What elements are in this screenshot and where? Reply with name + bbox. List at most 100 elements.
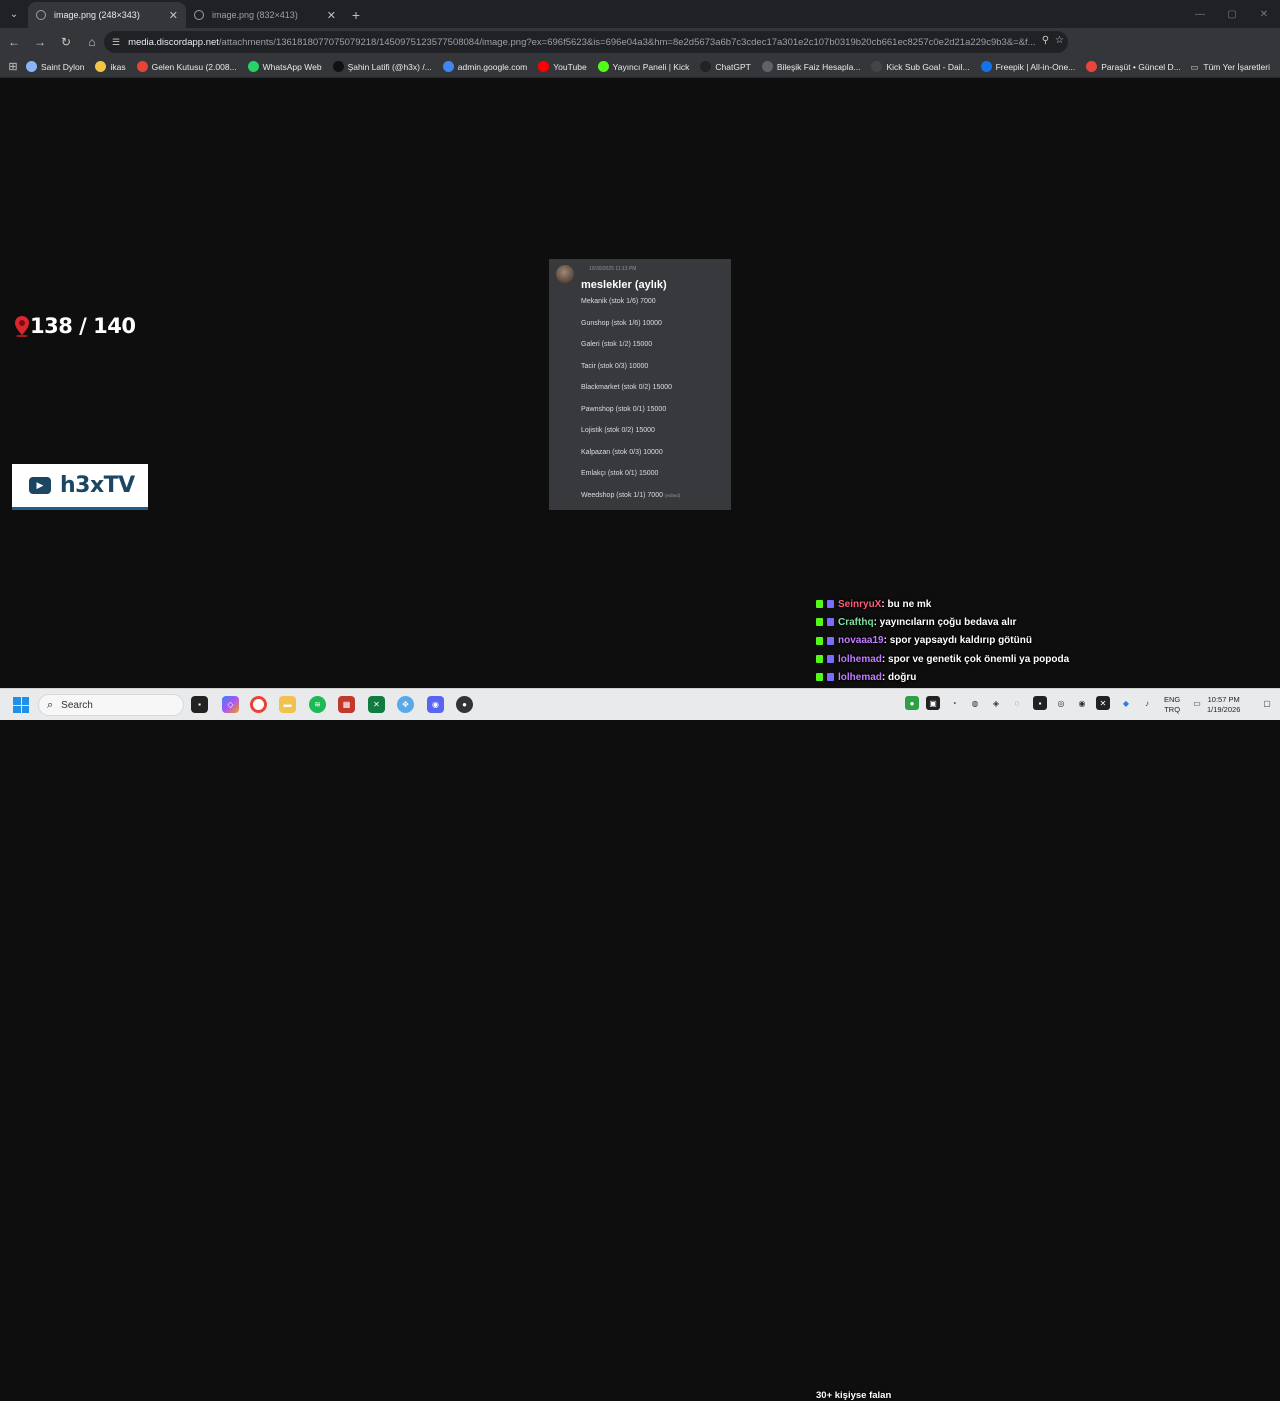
app-icon[interactable]: ✥: [397, 696, 414, 713]
windows-start-icon[interactable]: [13, 697, 29, 713]
taskbar: ⌕ Search ▪ ◇ ▬ ≋ ▦ ✕ ✥ ◉ ● 30+ kişiyse f…: [0, 688, 1280, 1401]
edited-label: (edited): [664, 492, 681, 498]
bookmark-star-icon[interactable]: ☆: [1055, 35, 1064, 46]
copilot-icon[interactable]: ◇: [222, 696, 239, 713]
app-icon[interactable]: ▦: [338, 696, 355, 713]
taskbar-search[interactable]: ⌕ Search: [38, 694, 184, 716]
tray-icon[interactable]: ▣: [926, 696, 940, 710]
globe-icon: [26, 61, 37, 72]
microphone-icon[interactable]: ♪: [1140, 696, 1154, 710]
bookmark-item[interactable]: Gelen Kutusu (2.008...: [136, 61, 237, 72]
chat-message: novaaa19: spor yapsaydı kaldırıp götünü: [816, 632, 1116, 650]
bookmark-item[interactable]: WhatsApp Web: [247, 61, 322, 72]
excel-icon[interactable]: ✕: [368, 696, 385, 713]
tray-icon[interactable]: ◈: [989, 696, 1003, 710]
chat-username: novaaa19: [838, 635, 884, 647]
obs-icon[interactable]: ●: [456, 696, 473, 713]
bookmark-item[interactable]: admin.google.com: [442, 61, 527, 72]
tray-icon[interactable]: ✕: [1096, 696, 1110, 710]
language-indicator[interactable]: ENG TRQ: [1164, 695, 1180, 715]
chat-text: : spor yapsaydı kaldırıp götünü: [883, 635, 1032, 647]
bookmarks-folder[interactable]: ▭ Tüm Yer İşaretleri: [1190, 56, 1270, 77]
tray-icon[interactable]: ◌: [1010, 696, 1024, 710]
home-button[interactable]: ⌂: [80, 30, 104, 54]
job-item: Emlakçı (stok 0/1) 15000: [581, 470, 680, 492]
job-item: Lojistik (stok 0/2) 15000: [581, 427, 680, 449]
bookmark-item[interactable]: ChatGPT: [700, 61, 751, 72]
close-icon[interactable]: ✕: [169, 9, 178, 22]
site-info-icon[interactable]: ☰: [112, 37, 120, 48]
job-text: Kalpazan (stok 0/3) 10000: [581, 448, 663, 456]
tab-image-2[interactable]: image.png (832×413) ✕: [186, 2, 344, 28]
whatsapp-icon: [247, 61, 259, 72]
chat-text: : yayıncıların çoğu bedava alır: [873, 616, 1017, 628]
chat-username: lolhemad: [838, 671, 882, 683]
task-view-icon[interactable]: ▪: [191, 696, 208, 713]
kick-badge-icon: [816, 673, 823, 682]
tab-title: image.png (832×413): [212, 10, 298, 20]
bookmark-item[interactable]: Freepik | All-in-One...: [980, 61, 1075, 72]
chat-text: : doğru: [881, 671, 917, 683]
kick-badge-icon: [816, 600, 823, 609]
job-item: Gunshop (stok 1/6) 10000: [581, 320, 680, 342]
chat-username: lolhemad: [838, 653, 882, 665]
chat-overlay-text: 30+ kişiyse falan: [816, 1390, 892, 1401]
steam-icon[interactable]: ◉: [1075, 696, 1089, 710]
wifi-icon[interactable]: ▭: [1190, 696, 1204, 710]
job-item: Mekanik (stok 1/6) 7000: [581, 298, 680, 320]
bookmark-label: Bileşik Faiz Hesapla...: [776, 61, 861, 72]
job-list: Mekanik (stok 1/6) 7000 Gunshop (stok 1/6…: [581, 298, 680, 513]
back-button[interactable]: ←: [2, 30, 26, 54]
bookmark-item[interactable]: Paraşüt • Güncel D...: [1086, 61, 1181, 72]
file-explorer-icon[interactable]: ▬: [279, 696, 296, 713]
notification-icon[interactable]: ▢: [1260, 696, 1274, 710]
subscriber-badge-icon: [827, 618, 834, 627]
tray-icon[interactable]: ●: [905, 696, 919, 710]
maximize-button[interactable]: ▢: [1216, 0, 1248, 28]
tray-icon[interactable]: ◍: [968, 696, 982, 710]
bookmark-label: Gelen Kutusu (2.008...: [151, 61, 237, 72]
subscriber-badge-icon: [827, 655, 834, 664]
job-text: Weedshop (stok 1/1) 7000: [581, 491, 663, 499]
job-text: Galeri (stok 1/2) 15000: [581, 341, 653, 348]
tray-icon[interactable]: ◎: [1054, 696, 1068, 710]
job-text: Gunshop (stok 1/6) 10000: [581, 319, 662, 327]
job-item: Galeri (stok 1/2) 15000: [581, 341, 680, 363]
chrome-icon[interactable]: [250, 696, 267, 713]
tab-search-icon[interactable]: ⌄: [0, 0, 28, 28]
tab-image-1[interactable]: image.png (248×343) ✕: [28, 2, 186, 28]
new-tab-button[interactable]: +: [344, 2, 368, 28]
apps-icon[interactable]: ⊞: [0, 60, 26, 73]
chat-username: Crafthq: [838, 616, 874, 628]
discord-icon[interactable]: ◉: [427, 696, 444, 713]
chat-message: Crafthq: yayıncıların çoğu bedava alır: [816, 613, 1116, 631]
bookmark-item[interactable]: ikas: [95, 61, 126, 72]
tray-icon[interactable]: ▪: [1033, 696, 1047, 710]
tray-icon[interactable]: ◔: [947, 696, 961, 710]
address-bar[interactable]: ☰ media.discordapp.net /attachments/1361…: [104, 31, 1068, 53]
close-icon[interactable]: ✕: [327, 9, 336, 22]
clock[interactable]: 10:57 PM 1/19/2026: [1207, 695, 1240, 715]
bookmark-item[interactable]: YouTube: [538, 61, 587, 72]
bookmark-item[interactable]: Yayıncı Paneli | Kick: [597, 61, 690, 72]
image-viewer: 10/30/2025 11:13 PM meslekler (aylık) Me…: [0, 79, 1280, 701]
discord-message-image[interactable]: 10/30/2025 11:13 PM meslekler (aylık) Me…: [549, 259, 731, 510]
bookmark-item[interactable]: Bileşik Faiz Hesapla...: [761, 61, 861, 72]
close-window-button[interactable]: ✕: [1248, 0, 1280, 28]
grid-icon: [871, 61, 883, 72]
forward-button[interactable]: →: [28, 30, 52, 54]
job-item: Tacir (stok 0/3) 10000: [581, 363, 680, 385]
globe-icon: [36, 10, 46, 20]
bookmark-item[interactable]: Kick Sub Goal - Dail...: [871, 61, 970, 72]
job-item: Blackmarket (stok 0/2) 15000: [581, 384, 680, 406]
zoom-icon[interactable]: ⚲: [1042, 35, 1049, 46]
reload-button[interactable]: ↻: [54, 30, 78, 54]
minimize-button[interactable]: —: [1184, 0, 1216, 28]
bookmark-item[interactable]: Şahin Latifi (@h3x) /...: [332, 61, 432, 72]
bookmark-item[interactable]: Saint Dylon: [26, 61, 84, 72]
channel-logo: ▶ h3xTV: [12, 464, 148, 510]
bookmark-label: Yayıncı Paneli | Kick: [612, 61, 690, 72]
spotify-icon[interactable]: ≋: [309, 696, 326, 713]
tab-strip: ⌄ image.png (248×343) ✕ image.png (832×4…: [0, 0, 1280, 28]
tray-icon[interactable]: ◆: [1119, 696, 1133, 710]
